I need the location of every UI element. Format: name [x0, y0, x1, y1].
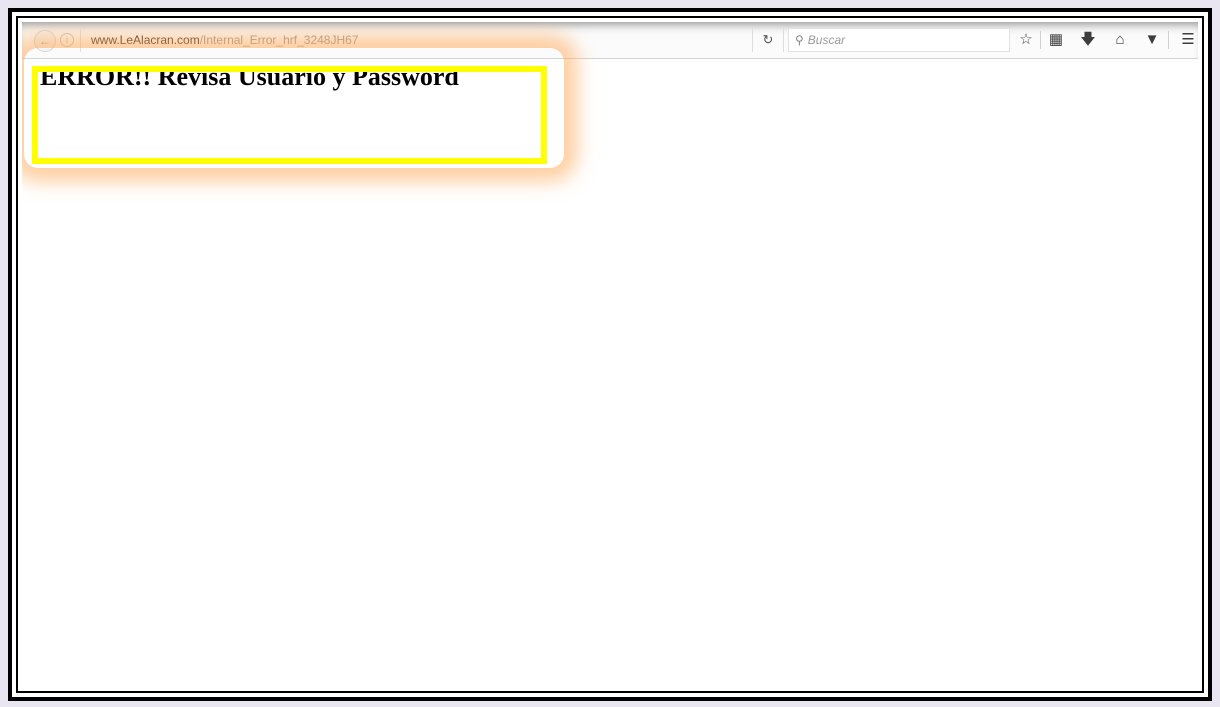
- info-icon[interactable]: i: [60, 33, 74, 47]
- browser-toolbar: ← i www.LeAlacran.com/Internal_Error_hrf…: [22, 22, 1198, 59]
- url-host: www.LeAlacran.com: [91, 33, 200, 47]
- menu-icon[interactable]: ☰: [1176, 28, 1198, 52]
- screenshot-frame: ← i www.LeAlacran.com/Internal_Error_hrf…: [8, 8, 1212, 701]
- pocket-icon[interactable]: ▼: [1140, 28, 1164, 52]
- home-icon[interactable]: ⌂: [1108, 28, 1132, 52]
- bookmark-star-icon[interactable]: ☆: [1014, 28, 1038, 52]
- back-icon[interactable]: ←: [34, 30, 56, 52]
- search-input[interactable]: ⚲ Buscar: [788, 28, 1010, 52]
- error-heading: ERROR!! Revisa Usuario y Password: [40, 62, 459, 91]
- url-path: /Internal_Error_hrf_3248JH67: [199, 33, 359, 47]
- search-placeholder: Buscar: [807, 33, 846, 47]
- search-icon: ⚲: [795, 33, 804, 47]
- page-content: [22, 59, 1198, 687]
- frame-border: ← i www.LeAlacran.com/Internal_Error_hrf…: [12, 12, 1208, 697]
- toolbar-separator: [1040, 31, 1041, 49]
- browser-window: ← i www.LeAlacran.com/Internal_Error_hrf…: [22, 22, 1198, 687]
- toolbar-separator: [1168, 31, 1169, 49]
- download-icon[interactable]: 🡇: [1076, 28, 1100, 52]
- reload-icon[interactable]: ↻: [752, 28, 784, 52]
- address-bar[interactable]: www.LeAlacran.com/Internal_Error_hrf_324…: [80, 28, 752, 52]
- reading-list-icon[interactable]: ▦: [1044, 28, 1068, 52]
